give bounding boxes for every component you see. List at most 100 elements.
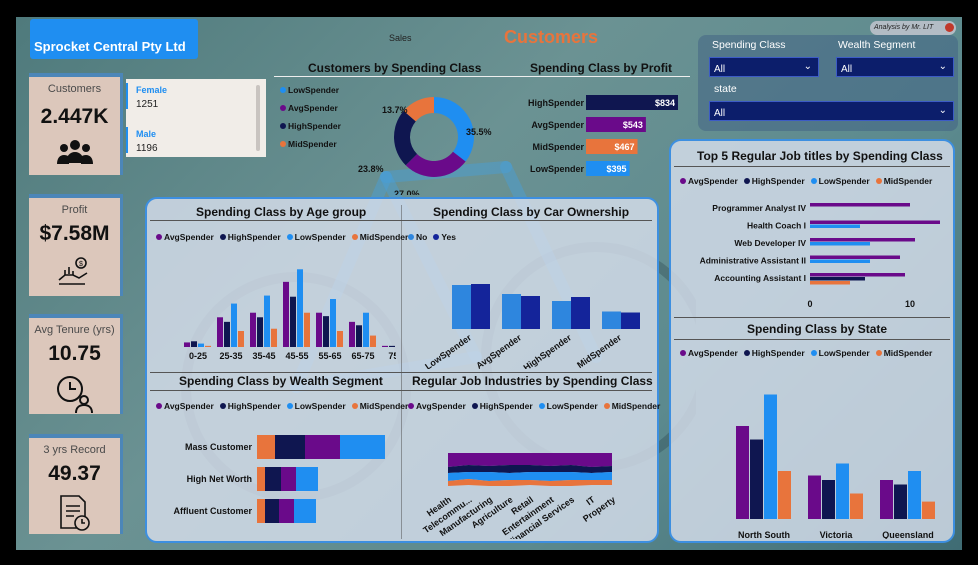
car-bar: [621, 312, 640, 329]
legend-label: LowSpender: [818, 176, 870, 186]
state-bar: [778, 471, 791, 519]
profit-bar-chart[interactable]: HighSpender $834 AvgSpender $543 MidSpender $…: [496, 91, 696, 187]
car-ownership-chart[interactable]: LowSpender AvgSpenderHighSpender MidSpende…: [406, 247, 646, 369]
wealth-bar-segment: [265, 499, 279, 523]
legend-item[interactable]: MidSpender: [351, 401, 409, 411]
legend-item[interactable]: AvgSpender: [408, 401, 466, 411]
job-industry-chart[interactable]: HealthTelecommu...ManufacturingAgricultu…: [404, 415, 650, 539]
legend-item[interactable]: No: [408, 232, 427, 242]
age-bar: [257, 317, 263, 347]
dashboard-canvas: Sprocket Central Pty Ltd Sales Customers…: [16, 17, 962, 550]
legend-item[interactable]: MidSpender: [280, 139, 341, 149]
kpi-customers-value: 2.447K: [40, 105, 109, 128]
legend-item[interactable]: LowSpender: [280, 85, 341, 95]
state-slicer[interactable]: All ⌄: [709, 101, 954, 121]
legend-item[interactable]: LowSpender: [286, 401, 346, 411]
state-slicer-label: state: [714, 83, 737, 95]
age-category-label: 45-55: [285, 351, 308, 361]
legend-item[interactable]: HighSpender: [743, 176, 805, 186]
wealth-segment-chart[interactable]: Mass Customer High Net Worth Affluent Cust…: [152, 415, 400, 535]
kpi-profit-value: $7.58M: [39, 222, 110, 245]
legend-label: AvgSpender: [164, 401, 214, 411]
jobtitle-bar: [810, 273, 905, 277]
spending-class-slicer[interactable]: All ⌄: [709, 57, 819, 77]
age-bar: [356, 325, 362, 347]
jobtitles-chart[interactable]: Programmer Analyst IV Health Coach I Web D…: [674, 195, 952, 313]
legend-label: HighSpender: [227, 232, 281, 242]
legend-item[interactable]: MidSpender: [351, 232, 408, 242]
legend-item[interactable]: HighSpender: [219, 401, 281, 411]
legend-item[interactable]: MidSpender: [875, 176, 932, 186]
legend-item[interactable]: LowSpender: [538, 401, 598, 411]
legend-dot-icon: [743, 178, 750, 184]
legend-label: Yes: [441, 232, 456, 242]
legend-dot-icon: [471, 403, 478, 409]
legend-item[interactable]: AvgSpender: [156, 401, 214, 411]
donut-chart-title: Customers by Spending Class: [308, 61, 482, 75]
legend-dot-icon: [286, 234, 293, 240]
kpi-customers: Customers 2.447K: [29, 73, 123, 175]
tab-customers[interactable]: Customers: [504, 27, 598, 48]
car-category-label: MidSpender: [575, 332, 623, 369]
state-bar: [908, 471, 921, 519]
wealth-bar-segment: [340, 435, 385, 459]
male-value: 1196: [136, 143, 158, 154]
car-bar: [471, 284, 490, 329]
age-group-chart[interactable]: 0-25 25-35 35-45 45-55 55-65 65-75 75+: [164, 247, 396, 367]
state-bar: [880, 480, 893, 519]
company-banner: Sprocket Central Pty Ltd: [30, 19, 198, 59]
wealth-segment-slicer[interactable]: All ⌄: [836, 57, 954, 77]
legend-item[interactable]: MidSpender: [875, 348, 932, 358]
age-category-label: 0-25: [189, 351, 207, 361]
legend-item[interactable]: HighSpender: [280, 121, 341, 131]
legend-item[interactable]: Yes: [433, 232, 456, 242]
credit-badge: Analysis by Mr. LIT: [870, 21, 956, 35]
legend-item[interactable]: LowSpender: [810, 176, 870, 186]
gender-scrollbar[interactable]: [256, 85, 260, 151]
legend-dot-icon: [433, 234, 440, 240]
car-bar: [521, 296, 540, 329]
legend-label: MidSpender: [359, 401, 409, 411]
state-chart-legend: AvgSpender HighSpender LowSpender MidSpende…: [680, 348, 938, 358]
document-clock-icon: [59, 495, 90, 531]
jobtitle-bar: [810, 220, 940, 224]
legend-item[interactable]: AvgSpender: [680, 348, 738, 358]
legend-item[interactable]: HighSpender: [219, 232, 281, 242]
car-bar: [452, 285, 471, 329]
donut-chart[interactable]: 35.5% 27.0% 23.8% 13.7%: [348, 77, 498, 195]
legend-dot-icon: [603, 403, 610, 409]
jobtitle-axis-tick: 0: [807, 299, 812, 309]
legend-item[interactable]: LowSpender: [286, 232, 346, 242]
age-bar: [250, 312, 256, 347]
legend-item[interactable]: LowSpender: [810, 348, 870, 358]
legend-label: MidSpender: [288, 139, 337, 149]
age-chart-legend: AvgSpender HighSpender LowSpender MidSpende…: [156, 232, 414, 242]
credit-text: Analysis by Mr. LIT: [874, 24, 934, 31]
legend-label: AvgSpender: [688, 176, 738, 186]
industry-chart-legend: AvgSpender HighSpender LowSpender MidSpende…: [408, 401, 666, 411]
male-label: Male: [136, 129, 157, 139]
svg-text:$: $: [79, 261, 83, 268]
legend-label: AvgSpender: [688, 348, 738, 358]
legend-dot-icon: [351, 234, 358, 240]
state-chart[interactable]: North SouthWalesVictoriaQueensland: [674, 363, 952, 539]
tab-sales[interactable]: Sales: [389, 33, 412, 43]
legend-dot-icon: [156, 234, 162, 240]
legend-item[interactable]: HighSpender: [471, 401, 533, 411]
legend-dot-icon: [219, 234, 226, 240]
legend-label: LowSpender: [818, 348, 870, 358]
jobtitle-bar: [810, 224, 860, 228]
jobtitle-label: Administrative Assistant II: [700, 256, 806, 266]
state-bar: [850, 493, 863, 519]
age-bar: [217, 317, 223, 347]
state-bar: [808, 475, 821, 519]
legend-item[interactable]: MidSpender: [603, 401, 660, 411]
jobtitle-bar: [810, 277, 865, 281]
legend-item[interactable]: AvgSpender: [680, 176, 738, 186]
legend-item[interactable]: AvgSpender: [156, 232, 214, 242]
profit-value-label: $395: [607, 164, 627, 174]
wealth-chart-title: Spending Class by Wealth Segment: [179, 374, 383, 388]
legend-label: LowSpender: [288, 85, 340, 95]
legend-item[interactable]: AvgSpender: [280, 103, 341, 113]
legend-item[interactable]: HighSpender: [743, 348, 805, 358]
